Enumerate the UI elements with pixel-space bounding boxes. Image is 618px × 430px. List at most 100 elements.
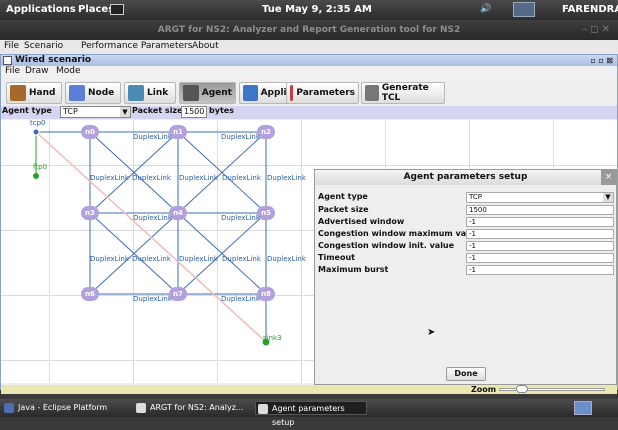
parameters-button[interactable]: Parameters (286, 82, 359, 104)
task-eclipse[interactable]: Java - Eclipse Platform (2, 401, 127, 415)
link-label[interactable]: DuplexLink (90, 255, 129, 263)
dialog-title: Agent parameters setup (315, 170, 616, 185)
agent-parameters-dialog: Agent parameters setup × Agent type TCP … (314, 169, 617, 385)
maximum-burst-input[interactable]: -1 (466, 265, 614, 275)
inner-menu-mode[interactable]: Mode (56, 66, 81, 76)
agent-type-value: TCP (63, 107, 78, 116)
link-label[interactable]: DuplexLink (133, 133, 172, 141)
inner-menu-file[interactable]: File (5, 66, 20, 76)
workspace-switcher-icon[interactable] (574, 401, 592, 415)
tcp-agent-marker (32, 128, 40, 136)
application-icon (243, 85, 258, 101)
agent-settings-bar: Agent type TCP ▼ Packet size 1500 bytes (1, 106, 617, 119)
frame-icon (3, 56, 12, 65)
done-button[interactable]: Done (446, 367, 486, 381)
menu-scenario[interactable]: Scenario (24, 41, 63, 51)
menu-file[interactable]: File (4, 41, 19, 51)
congestion-window-max-label: Congestion window maximum value (318, 229, 481, 238)
terminal-launcher-icon[interactable] (110, 4, 124, 15)
agent-type-select[interactable]: TCP ▼ (60, 106, 131, 118)
link-label[interactable]: DuplexLink (179, 255, 218, 263)
parameters-icon (290, 85, 294, 101)
link-label[interactable]: DuplexLink (221, 295, 260, 303)
agent-tool-label: Agent (201, 88, 232, 98)
link-tool-button[interactable]: Link (124, 82, 176, 104)
bytes-label: bytes (209, 106, 234, 115)
link-label[interactable]: DuplexLink (179, 174, 218, 182)
node-n6[interactable]: n6 (81, 287, 99, 301)
eclipse-icon (4, 403, 14, 413)
link-label[interactable]: DuplexLink (133, 214, 172, 222)
advertised-window-input[interactable]: -1 (466, 217, 614, 227)
inner-menu-draw[interactable]: Draw (25, 66, 49, 76)
sink-agent-label[interactable]: sink3 (263, 334, 282, 342)
congestion-window-init-input[interactable]: -1 (466, 241, 614, 251)
link-label[interactable]: DuplexLink (132, 174, 171, 182)
timeout-label: Timeout (318, 253, 355, 262)
node-n0[interactable]: n0 (81, 125, 99, 139)
window-controls[interactable]: – ◻ ✕ (582, 20, 610, 40)
agent-type-param-value: TCP (469, 193, 482, 201)
timeout-input[interactable]: -1 (466, 253, 614, 263)
task-eclipse-label: Java - Eclipse Platform (18, 403, 108, 412)
link-label[interactable]: DuplexLink (90, 174, 129, 182)
window-icon (136, 403, 146, 413)
agent-tool-button[interactable]: Agent (179, 82, 236, 104)
node-tool-button[interactable]: Node (65, 82, 121, 104)
zoom-slider-knob[interactable] (516, 385, 528, 393)
link-label[interactable]: DuplexLink (267, 174, 306, 182)
task-agent-parameters[interactable]: Agent parameters setup (255, 401, 367, 427)
hand-icon (10, 85, 26, 101)
link-icon (128, 85, 144, 101)
chevron-down-icon: ▼ (603, 193, 613, 202)
packet-size-param-input[interactable]: 1500 (466, 205, 614, 215)
user-menu[interactable]: FARENDRA (562, 4, 618, 15)
link-label[interactable]: DuplexLink (133, 295, 172, 303)
mouse-cursor-icon: ➤ (427, 327, 436, 338)
congestion-window-max-input[interactable]: -1 (466, 229, 614, 239)
menu-about[interactable]: About (192, 41, 219, 51)
agent-icon (183, 85, 199, 101)
advertised-window-label: Advertised window (318, 217, 405, 226)
parameters-label: Parameters (296, 88, 355, 98)
applications-menu[interactable]: Applications (6, 4, 76, 15)
inner-frame-controls[interactable]: ▫ ▫ ⊠ (590, 55, 613, 66)
wired-scenario-frame: Wired scenario ▫ ▫ ⊠ File Draw Mode Hand… (0, 54, 618, 394)
generate-tcl-button[interactable]: Generate TCL (361, 82, 445, 104)
link-label[interactable]: DuplexLink (222, 174, 261, 182)
hand-tool-button[interactable]: Hand (6, 82, 62, 104)
packet-size-input[interactable]: 1500 (181, 106, 207, 118)
tcp-agent-label[interactable]: tcp0 (30, 120, 46, 127)
link-label[interactable]: DuplexLink (221, 214, 260, 222)
packet-size-param-label: Packet size (318, 205, 369, 214)
agent-type-param-select[interactable]: TCP ▼ (466, 192, 614, 203)
agent-type-param-label: Agent type (318, 192, 368, 201)
task-argt-label: ARGT for NS2: Analyz... (150, 403, 244, 412)
link-label[interactable]: DuplexLink (222, 255, 261, 263)
system-top-panel: Applications Places Tue May 9, 2:35 AM 🔊… (0, 0, 618, 20)
ftp-agent-label[interactable]: ftp0 (33, 163, 47, 171)
task-argt[interactable]: ARGT for NS2: Analyz... (134, 401, 252, 415)
window-title: ARGT for NS2: Analyzer and Report Genera… (0, 20, 618, 40)
generate-tcl-label: Generate TCL (381, 83, 429, 103)
chevron-down-icon: ▼ (120, 107, 130, 117)
task-agent-parameters-label: Agent parameters setup (272, 404, 345, 427)
close-icon[interactable]: × (601, 170, 616, 185)
zoom-bar: Zoom (1, 385, 617, 394)
link-tool-label: Link (147, 88, 169, 98)
link-label[interactable]: DuplexLink (221, 133, 260, 141)
clock[interactable]: Tue May 9, 2:35 AM (262, 4, 372, 15)
network-icon[interactable] (513, 2, 535, 17)
zoom-label: Zoom (471, 385, 497, 394)
link-label[interactable]: DuplexLink (132, 255, 171, 263)
places-menu[interactable]: Places (78, 4, 114, 15)
ftp-agent-marker (33, 173, 39, 179)
link-label[interactable]: DuplexLink (267, 255, 306, 263)
menu-performance-parameters[interactable]: Performance Parameters (81, 41, 192, 51)
node-n3[interactable]: n3 (81, 206, 99, 220)
main-menu-bar: File Scenario Performance Parameters Abo… (0, 40, 618, 54)
inner-frame-title-text: Wired scenario (15, 55, 92, 65)
toolbar: Hand Node Link Agent Application Paramet… (1, 79, 617, 105)
zoom-slider-track[interactable] (499, 388, 605, 391)
volume-icon[interactable]: 🔊 (480, 4, 491, 14)
